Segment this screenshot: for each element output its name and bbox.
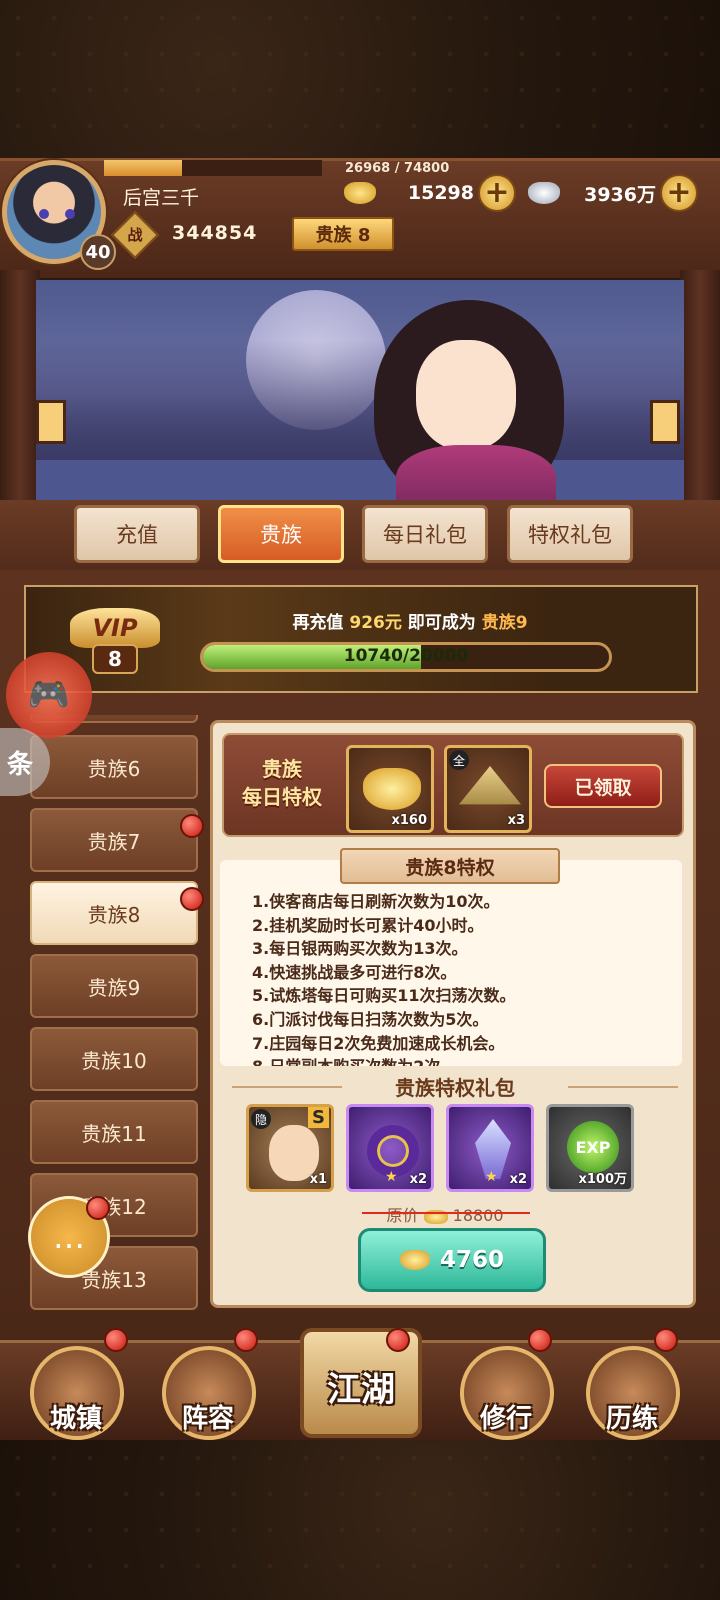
notification-dot — [180, 887, 204, 911]
nav-town-label: 城镇 — [49, 1404, 102, 1434]
noble-banner-scene — [36, 280, 684, 508]
privilege-item: 5.试炼塔每日可购买11次扫荡次数。 — [252, 986, 516, 1006]
silver-ingot-icon — [528, 182, 560, 204]
gold-ingot-icon — [363, 768, 421, 810]
privilege-title: 贵族8特权 — [340, 848, 560, 884]
notification-dot — [654, 1328, 678, 1352]
gift-item-hero[interactable]: 隐 S x1 — [246, 1104, 334, 1192]
vip-progress-text: 10740/20000 — [343, 646, 469, 666]
add-gold-button[interactable]: + — [478, 174, 516, 212]
vip-wings-icon: VIP — [70, 608, 160, 648]
gamepad-icon: 🎮 — [27, 675, 71, 715]
notification-dot — [386, 1328, 410, 1352]
player-level-badge: 40 — [80, 234, 116, 270]
notification-dot — [528, 1328, 552, 1352]
notification-dot — [180, 814, 204, 838]
daily-reward-hat[interactable]: 全 x3 — [444, 745, 532, 833]
noble-lady-robe — [396, 445, 556, 508]
exp-text: 26968 / 74800 — [345, 161, 450, 176]
privilege-item: 7.庄园每日2次免费加速成长机会。 — [252, 1033, 505, 1053]
vip-level: 8 — [92, 644, 138, 674]
game-controller-float-button[interactable]: 🎮 — [6, 652, 92, 738]
gift-item-weapon[interactable]: ★ x2 — [446, 1104, 534, 1192]
tab-recharge[interactable]: 充值 — [74, 505, 200, 563]
claimed-button[interactable]: 已领取 — [544, 764, 662, 808]
original-price: 原价 18800 — [386, 1206, 504, 1225]
nav-cultivate-label: 修行 — [479, 1404, 532, 1434]
gold-ingot-icon — [344, 182, 376, 204]
recharge-hint: 再充值 926元 即可成为 贵族9 — [292, 613, 528, 633]
tab-privilege-gift[interactable]: 特权礼包 — [507, 505, 633, 563]
tab-noble[interactable]: 贵族 — [218, 505, 344, 563]
left-pillar — [0, 270, 40, 520]
nav-trial-label: 历练 — [605, 1404, 658, 1434]
privilege-item: 3.每日银两购买次数为13次。 — [252, 939, 468, 959]
privilege-item: 2.挂机奖励时长可累计40小时。 — [252, 915, 484, 935]
privilege-item: 1.侠客商店每日刷新次数为10次。 — [252, 892, 500, 911]
privilege-item: 8.日常副本购买次数为2次 — [252, 1055, 672, 1066]
vip-badge: VIP 8 — [70, 608, 160, 674]
exp-orb-icon: EXP — [567, 1121, 619, 1173]
privilege-item: 6.门派讨伐每日扫荡次数为5次。 — [252, 1009, 489, 1029]
daily-reward-ingot[interactable]: x160 — [346, 745, 434, 833]
nav-jianghu-label: 江湖 — [327, 1370, 395, 1410]
notification-dot — [104, 1328, 128, 1352]
straw-hat-icon — [459, 766, 521, 805]
chat-bubble-icon: … — [53, 1218, 85, 1256]
divider — [568, 1086, 678, 1088]
list-item-noble-8[interactable]: 贵族8 — [30, 881, 198, 945]
gift-item-exp[interactable]: EXP x100万 — [546, 1104, 634, 1192]
list-item-noble-6[interactable]: 贵族6 — [30, 735, 198, 799]
list-item-noble-11[interactable]: 贵族11 — [30, 1100, 198, 1164]
tab-daily-gift[interactable]: 每日礼包 — [362, 505, 488, 563]
gift-item-ring[interactable]: ★ x2 — [346, 1104, 434, 1192]
list-item-noble-9[interactable]: 贵族9 — [30, 954, 198, 1018]
list-item-noble-10[interactable]: 贵族10 — [30, 1027, 198, 1091]
right-pillar — [680, 270, 720, 520]
add-silver-button[interactable]: + — [660, 174, 698, 212]
gold-currency: 15298 + — [344, 174, 516, 212]
exp-bar — [104, 160, 322, 176]
buy-price: 4760 — [439, 1247, 504, 1273]
bottom-background — [0, 1440, 720, 1600]
privilege-list[interactable]: 1.侠客商店每日刷新次数为10次。 2.挂机奖励时长可累计40小时。 3.每日银… — [252, 890, 672, 1066]
combat-power-value: 344854 — [172, 222, 258, 244]
gold-ingot-icon — [399, 1250, 430, 1270]
top-background — [0, 0, 720, 160]
gold-amount: 15298 — [407, 182, 474, 204]
noble-rank-badge: 贵族 8 — [292, 217, 394, 251]
daily-privilege-title: 贵族 每日特权 — [242, 757, 322, 809]
exp-bar-fill — [104, 160, 183, 176]
privilege-item: 4.快速挑战最多可进行8次。 — [252, 962, 457, 982]
palace-roofs-illustration — [36, 340, 684, 460]
list-item-noble-7[interactable]: 贵族7 — [30, 808, 198, 872]
noble-lady-face — [416, 340, 516, 450]
nav-lineup-label: 阵容 — [181, 1404, 234, 1434]
notification-dot — [234, 1328, 258, 1352]
silver-amount: 3936万 — [584, 183, 656, 206]
divider — [232, 1086, 342, 1088]
lantern-icon — [650, 400, 680, 444]
buy-gift-button[interactable]: 4760 — [358, 1228, 546, 1292]
gift-pack-title: 贵族特权礼包 — [395, 1076, 515, 1100]
notification-dot — [86, 1196, 110, 1220]
player-avatar[interactable]: 40 — [2, 160, 116, 270]
strikethrough-line — [362, 1212, 530, 1214]
lantern-icon — [36, 400, 66, 444]
silver-currency: 3936万 + — [528, 174, 698, 212]
player-name: 后宫三千 — [123, 187, 200, 209]
